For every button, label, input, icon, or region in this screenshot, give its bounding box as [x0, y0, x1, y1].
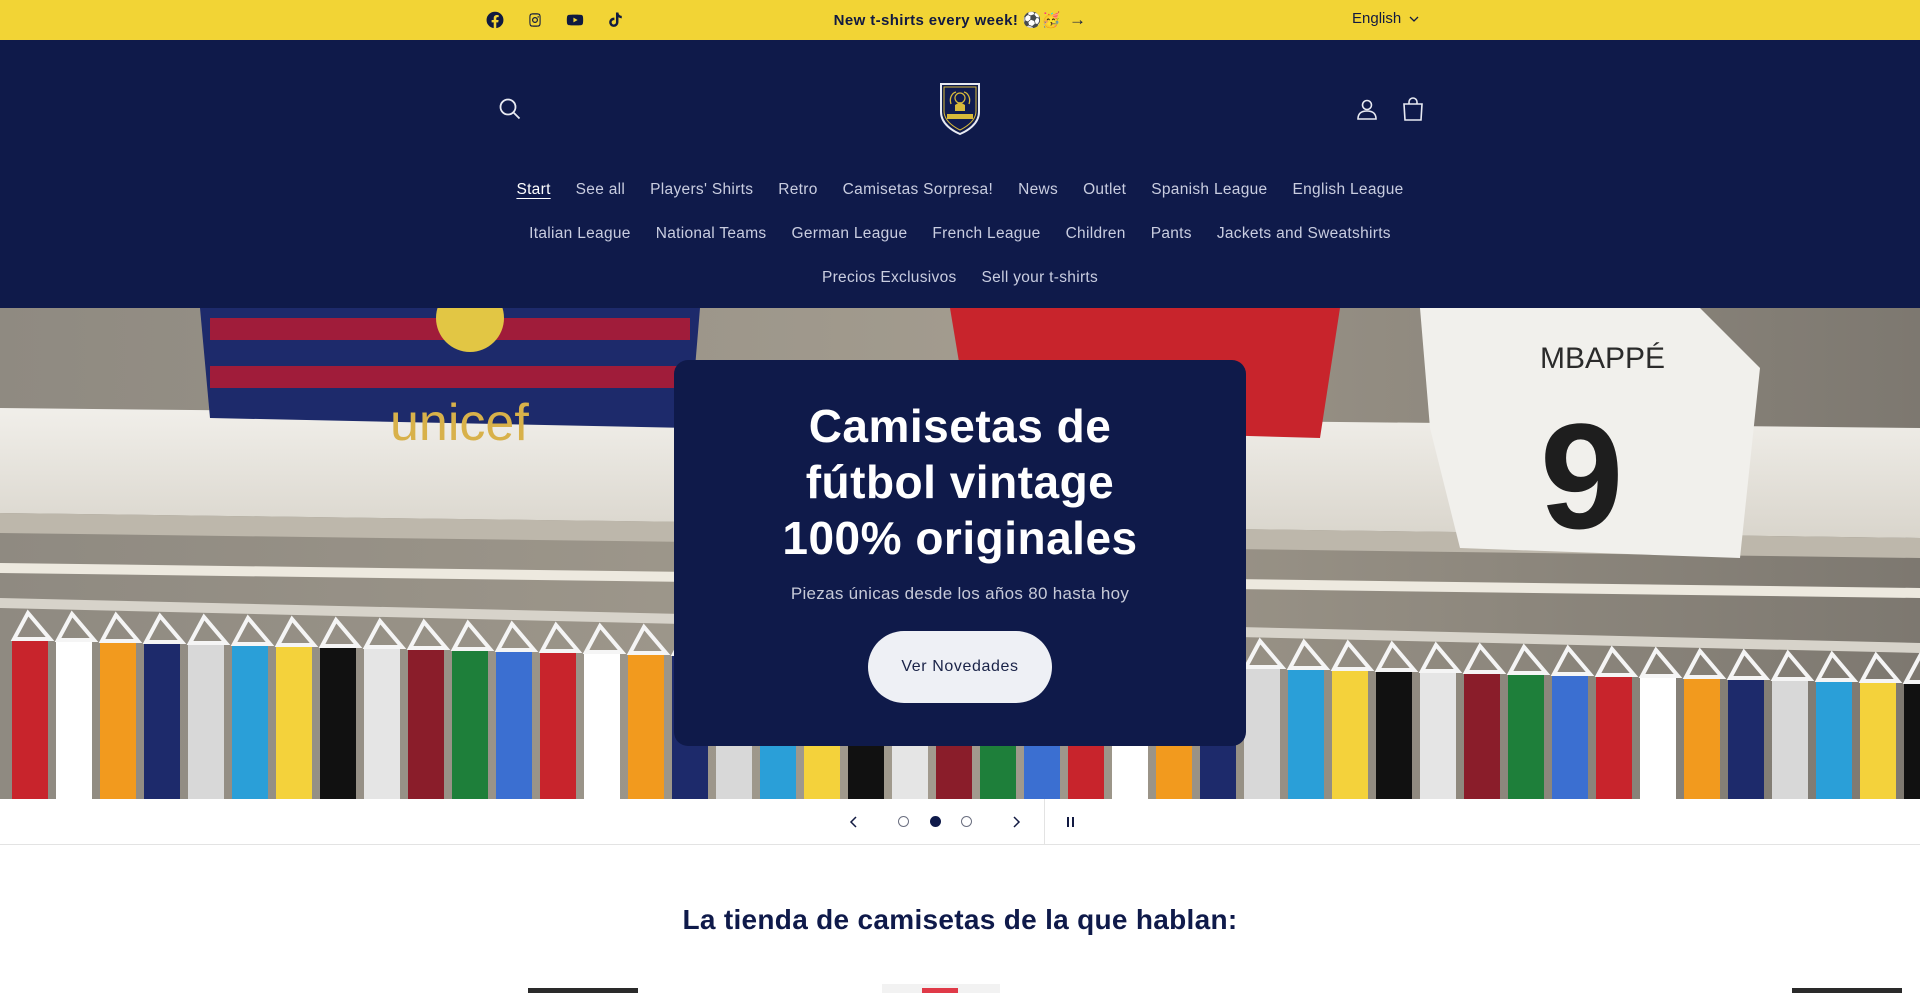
language-label: English [1352, 10, 1402, 27]
nav-row-2: Italian League National Teams German Lea… [480, 212, 1440, 256]
account-icon[interactable] [1355, 97, 1379, 121]
hero-scene-sponsor-text: unicef [390, 394, 529, 452]
nav-row-3: Precios Exclusivos Sell your t-shirts [480, 256, 1440, 300]
hero-slideshow: unicef MBAPPÉ 9 Camisetas de fútbol vint… [0, 308, 1920, 799]
nav-item-italian-league[interactable]: Italian League [529, 225, 631, 243]
ver-novedades-button[interactable]: Ver Novedades [868, 631, 1052, 703]
nav-row-1: Start See all Players' Shirts Retro Cami… [480, 168, 1440, 212]
slide-dot-1[interactable] [898, 816, 909, 827]
controls-divider [1044, 799, 1045, 845]
nav-item-outlet[interactable]: Outlet [1083, 181, 1126, 199]
nav-item-retro[interactable]: Retro [778, 181, 817, 199]
search-icon[interactable] [497, 96, 523, 122]
announcement-text: New t-shirts every week! ⚽🥳 [833, 12, 1061, 29]
hero-scene-shirt-number: 9 [1540, 392, 1623, 560]
site-logo[interactable] [937, 80, 983, 136]
press-logo-1 [528, 978, 638, 993]
hero-scene-player-name: MBAPPÉ [1540, 342, 1665, 375]
nav-item-spanish-league[interactable]: Spanish League [1151, 181, 1267, 199]
cart-icon[interactable] [1401, 96, 1425, 122]
hero-content-box: Camisetas de fútbol vintage 100% origina… [674, 360, 1246, 746]
nav-item-german-league[interactable]: German League [791, 225, 907, 243]
hero-title: Camisetas de fútbol vintage 100% origina… [782, 400, 1138, 564]
hero-subtitle: Piezas únicas desde los años 80 hasta ho… [790, 584, 1130, 603]
press-logo-3 [1792, 978, 1902, 993]
nav-item-camisetas-sorpresa[interactable]: Camisetas Sorpresa! [843, 181, 993, 199]
press-section-title: La tienda de camisetas de la que hablan: [682, 904, 1238, 935]
nav-item-players-shirts[interactable]: Players' Shirts [650, 181, 753, 199]
slide-dot-3[interactable] [961, 816, 972, 827]
nav-item-precios-exclusivos[interactable]: Precios Exclusivos [822, 269, 957, 287]
chevron-right-icon[interactable] [1006, 812, 1026, 832]
main-navigation: Start See all Players' Shirts Retro Cami… [480, 168, 1440, 300]
nav-item-start[interactable]: Start [516, 181, 550, 199]
language-selector[interactable]: English [1352, 10, 1419, 27]
nav-item-french-league[interactable]: French League [932, 225, 1040, 243]
press-logo-2 [882, 978, 1000, 993]
nav-item-sell-your-tshirts[interactable]: Sell your t-shirts [982, 269, 1099, 287]
nav-item-jackets-sweatshirts[interactable]: Jackets and Sweatshirts [1217, 225, 1391, 243]
nav-item-national-teams[interactable]: National Teams [656, 225, 767, 243]
chevron-left-icon[interactable] [844, 812, 864, 832]
arrow-right-icon[interactable]: → [1069, 10, 1086, 30]
nav-item-see-all[interactable]: See all [576, 181, 626, 199]
nav-item-news[interactable]: News [1018, 181, 1058, 199]
slide-dot-2[interactable] [930, 816, 941, 827]
pause-icon[interactable] [1060, 812, 1080, 832]
chevron-down-icon [1409, 16, 1419, 22]
nav-item-english-league[interactable]: English League [1292, 181, 1403, 199]
nav-item-children[interactable]: Children [1066, 225, 1126, 243]
nav-item-pants[interactable]: Pants [1151, 225, 1192, 243]
announcement-message[interactable]: New t-shirts every week! ⚽🥳 → [0, 0, 1920, 40]
site-header: Start See all Players' Shirts Retro Cami… [0, 40, 1920, 308]
announcement-bar: New t-shirts every week! ⚽🥳 → English [0, 0, 1920, 40]
slideshow-controls [0, 799, 1920, 845]
